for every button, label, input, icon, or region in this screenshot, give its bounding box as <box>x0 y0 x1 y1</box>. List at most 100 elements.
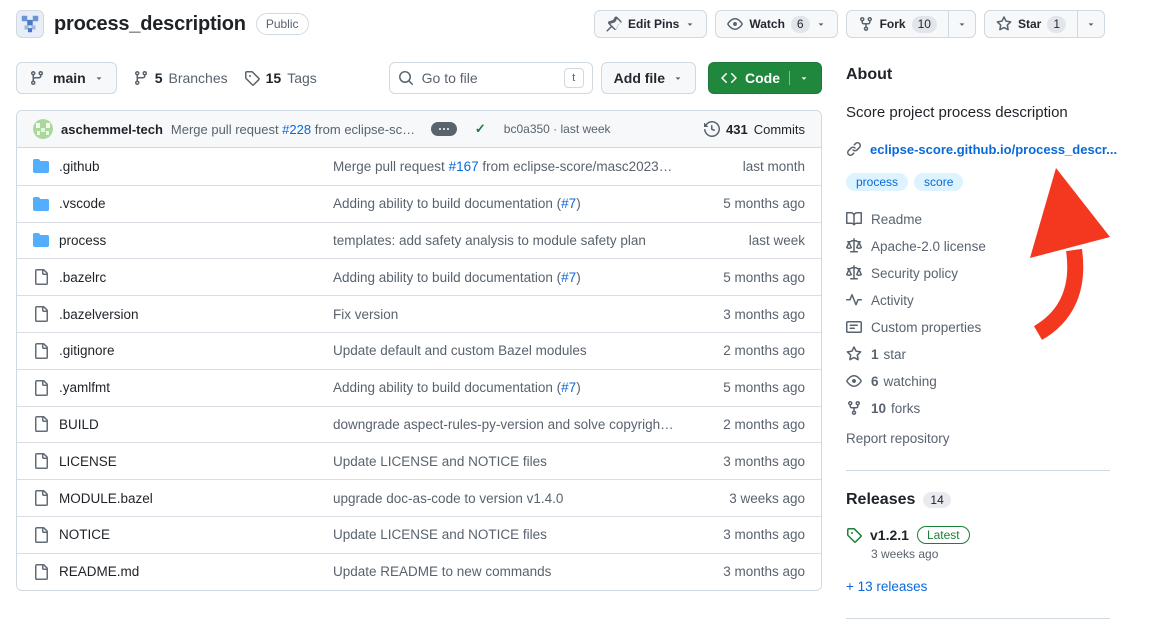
commit-message-link[interactable]: templates: add safety analysis to module… <box>333 233 675 248</box>
chevron-down-icon <box>685 19 695 29</box>
commit-message-link[interactable]: downgrade aspect-rules-py-version and so… <box>333 417 675 432</box>
file-icon <box>33 269 49 285</box>
commit-author-avatar[interactable] <box>33 119 53 139</box>
commit-message-link[interactable]: upgrade doc-as-code to version v1.4.0 <box>333 491 675 506</box>
commit-message-link[interactable]: Adding ability to build documentation (#… <box>333 270 675 285</box>
file-name-link[interactable]: .github <box>59 159 100 174</box>
stargazers-link[interactable]: 1 star <box>846 346 1110 362</box>
fork-dropdown-button[interactable] <box>948 10 976 38</box>
table-row[interactable]: LICENSEUpdate LICENSE and NOTICE files3 … <box>17 442 821 479</box>
topic-list: process score <box>846 173 1110 191</box>
tags-link[interactable]: 15 Tags <box>244 70 317 86</box>
commit-author[interactable]: aschemmel-tech <box>61 122 163 137</box>
topic-tag[interactable]: process <box>846 173 908 191</box>
file-name-link[interactable]: .bazelrc <box>59 270 106 285</box>
commit-message-link[interactable]: Adding ability to build documentation (#… <box>333 380 675 395</box>
pr-link[interactable]: #7 <box>561 380 576 395</box>
table-row[interactable]: BUILD downgrade aspect-rules-py-version a… <box>17 406 821 443</box>
pr-link[interactable]: #7 <box>561 270 576 285</box>
add-file-button[interactable]: Add file <box>601 62 696 94</box>
tag-icon <box>244 70 260 86</box>
license-link[interactable]: Apache-2.0 license <box>846 238 1110 254</box>
latest-release-link[interactable]: v1.2.1 Latest <box>846 526 1110 544</box>
file-name-link[interactable]: NOTICE <box>59 527 110 542</box>
security-policy-link[interactable]: Security policy <box>846 265 1110 281</box>
commit-sha-time[interactable]: bc0a350 · last week <box>504 122 611 136</box>
table-row[interactable]: .bazelrc Adding ability to build document… <box>17 258 821 295</box>
commit-message-link[interactable]: Adding ability to build documentation (#… <box>333 196 675 211</box>
commit-message-link[interactable]: Update LICENSE and NOTICE files <box>333 454 675 469</box>
watchers-link[interactable]: 6 watching <box>846 373 1110 389</box>
commit-ellipsis-button[interactable] <box>431 122 457 136</box>
file-name-link[interactable]: .yamlfmt <box>59 380 110 395</box>
commit-message-link[interactable]: Merge pull request #167 from eclipse-sco… <box>333 159 675 174</box>
license-label: Apache-2.0 license <box>871 239 986 254</box>
readme-label: Readme <box>871 212 922 227</box>
latest-badge: Latest <box>917 526 970 544</box>
pr-link[interactable]: #7 <box>561 196 576 211</box>
folder-icon <box>33 158 49 174</box>
file-name-link[interactable]: BUILD <box>59 417 99 432</box>
file-name-link[interactable]: MODULE.bazel <box>59 491 153 506</box>
custom-properties-link[interactable]: Custom properties <box>846 319 1110 335</box>
file-icon <box>33 453 49 469</box>
more-releases-link[interactable]: + 13 releases <box>846 579 1110 594</box>
forks-link[interactable]: 10 forks <box>846 400 1110 416</box>
branch-selector[interactable]: main <box>16 62 117 94</box>
checks-status-icon[interactable]: ✓ <box>475 121 486 137</box>
file-name-link[interactable]: .vscode <box>59 196 106 211</box>
commit-history-link[interactable]: 431 Commits <box>704 121 805 137</box>
activity-link[interactable]: Activity <box>846 292 1110 308</box>
header-actions: Edit Pins Watch 6 Fork 10 <box>594 10 1105 38</box>
commit-message-link[interactable]: Update LICENSE and NOTICE files <box>333 527 675 542</box>
table-row[interactable]: NOTICEUpdate LICENSE and NOTICE files3 m… <box>17 516 821 553</box>
repo-website-link[interactable]: eclipse-score.github.io/process_descr... <box>846 141 1110 157</box>
pr-link[interactable]: #228 <box>282 122 311 137</box>
repo-header: process_description Public Edit Pins Wat… <box>0 0 1163 46</box>
table-row[interactable]: MODULE.bazel upgrade doc-as-code to versi… <box>17 479 821 516</box>
table-row[interactable]: .github Merge pull request #167 from ecli… <box>17 148 821 185</box>
table-row[interactable]: README.mdUpdate README to new commands3 … <box>17 553 821 590</box>
chevron-down-icon <box>94 73 104 83</box>
org-avatar[interactable] <box>16 10 44 38</box>
file-name-link[interactable]: .bazelversion <box>59 307 139 322</box>
star-dropdown-button[interactable] <box>1077 10 1105 38</box>
link-icon <box>846 141 862 157</box>
table-row[interactable]: .yamlfmt Adding ability to build document… <box>17 369 821 406</box>
pr-link[interactable]: #167 <box>449 159 479 174</box>
file-name-link[interactable]: .gitignore <box>59 343 115 358</box>
fork-button[interactable]: Fork 10 <box>846 10 949 38</box>
law-icon <box>846 238 862 254</box>
commit-message-link[interactable]: Update README to new commands <box>333 564 675 579</box>
code-button[interactable]: Code <box>708 62 822 94</box>
table-row[interactable]: .bazelversionFix version3 months ago <box>17 295 821 332</box>
commit-message-link[interactable]: Update default and custom Bazel modules <box>333 343 675 358</box>
github-repo-page: process_description Public Edit Pins Wat… <box>0 0 1163 619</box>
chevron-down-icon <box>673 73 683 83</box>
file-name-link[interactable]: README.md <box>59 564 139 579</box>
releases-heading[interactable]: Releases <box>846 491 915 509</box>
report-repository-link[interactable]: Report repository <box>846 431 1110 446</box>
table-row[interactable]: .vscode Adding ability to build documenta… <box>17 185 821 222</box>
page-title[interactable]: process_description <box>54 13 246 36</box>
star-label: Star <box>1018 17 1041 31</box>
folder-icon <box>33 196 49 212</box>
table-row[interactable]: .gitignore Update default and custom Baze… <box>17 332 821 369</box>
go-to-file-input[interactable]: Go to file t <box>389 62 593 94</box>
table-row[interactable]: process templates: add safety analysis to… <box>17 222 821 259</box>
forks-label: forks <box>891 401 920 416</box>
readme-link[interactable]: Readme <box>846 211 1110 227</box>
topic-tag[interactable]: score <box>914 173 963 191</box>
commit-message-link[interactable]: Fix version <box>333 307 675 322</box>
branches-link[interactable]: 5 Branches <box>133 70 228 86</box>
watch-button[interactable]: Watch 6 <box>715 10 837 38</box>
custom-properties-label: Custom properties <box>871 320 981 335</box>
watching-count: 6 <box>871 374 879 389</box>
star-icon <box>846 346 862 362</box>
repo-description: Score project process description <box>846 102 1110 123</box>
star-button[interactable]: Star 1 <box>984 10 1078 38</box>
file-name-link[interactable]: LICENSE <box>59 454 117 469</box>
edit-pins-button[interactable]: Edit Pins <box>594 10 707 38</box>
commit-message[interactable]: Merge pull request #228 from eclipse-sco… <box>171 122 421 137</box>
file-name-link[interactable]: process <box>59 233 106 248</box>
